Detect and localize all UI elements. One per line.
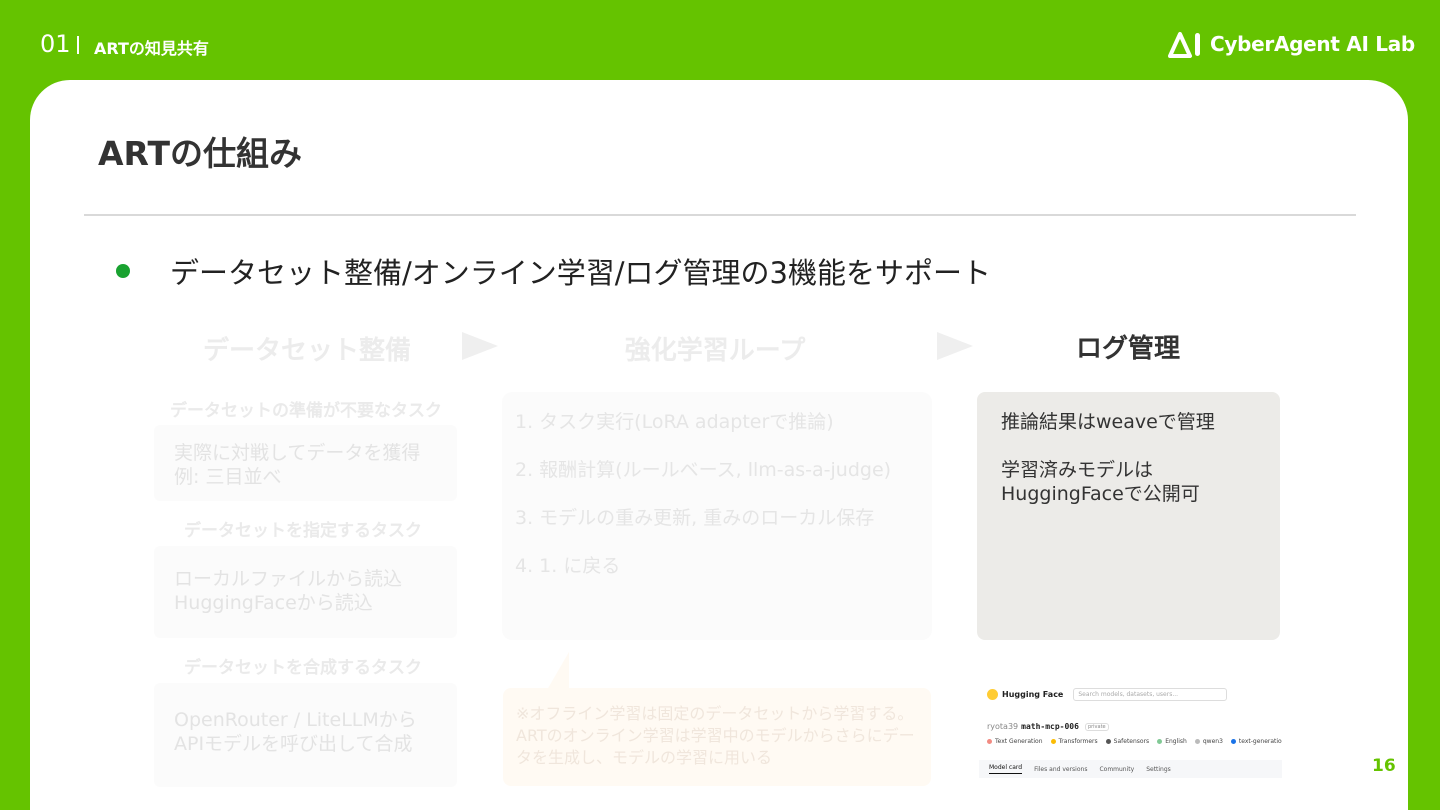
log-heading: ログ管理	[1075, 334, 1180, 364]
rl-loop-step: 3. モデルの重み更新, 重みのローカル保存	[515, 507, 875, 529]
hf-tag: qwen3	[1194, 738, 1223, 745]
note-text: ※オフライン学習は固定のデータセットから学習する。ARTのオンライン学習は学習中…	[516, 704, 915, 767]
hf-tab-settings: Settings	[1146, 765, 1171, 773]
huggingface-screenshot: Hugging Face Search models, datasets, us…	[979, 680, 1282, 778]
hf-header: Hugging Face Search models, datasets, us…	[979, 680, 1282, 708]
section-number: 01	[40, 30, 71, 58]
tag-icon	[1230, 739, 1236, 744]
hf-tag: Safetensors	[1105, 738, 1149, 745]
hf-search-input: Search models, datasets, users...	[1073, 687, 1228, 701]
brand-logo: CyberAgent AI Lab	[1168, 30, 1415, 58]
note-callout-tail	[547, 652, 569, 690]
dataset-group-label: データセットを指定するタスク	[184, 521, 422, 541]
dataset-heading: データセット整備	[202, 336, 411, 366]
dataset-group-label: データセットの準備が不要なタスク	[170, 401, 442, 421]
hf-private-badge: private	[1084, 722, 1109, 731]
hf-tag: Text Generation	[987, 738, 1043, 745]
rl-loop-step: 4. 1. に戻る	[515, 555, 621, 577]
tag-icon	[1105, 739, 1111, 744]
hf-tag: text-generation-inference	[1230, 738, 1282, 745]
dataset-group-label: データセットを合成するタスク	[184, 658, 422, 678]
log-line: HuggingFaceで公開可	[1001, 483, 1200, 505]
hf-tags: Text Generation Transformers Safetensors…	[987, 738, 1282, 745]
log-line: 学習済みモデルは	[1001, 459, 1154, 481]
log-line: 推論結果はweaveで管理	[1001, 411, 1215, 433]
dataset-line: 例: 三目並べ	[174, 466, 282, 488]
tag-icon	[987, 739, 992, 744]
flow-arrow-icon	[937, 332, 973, 360]
hf-tab-files: Files and versions	[1034, 765, 1088, 773]
rl-loop-step: 2. 報酬計算(ルールベース, llm-as-a-judge)	[515, 459, 892, 481]
section-divider	[77, 36, 79, 54]
tag-icon	[1157, 739, 1163, 744]
hf-tab-model-card: Model card	[989, 764, 1023, 774]
brand-name: CyberAgent AI Lab	[1210, 32, 1415, 56]
hugging-face-icon	[987, 688, 998, 700]
hf-tag: Transformers	[1050, 738, 1098, 745]
title-divider	[84, 214, 1356, 216]
section-title: ARTの知見共有	[94, 39, 209, 58]
hf-model-name: math-mcp-006	[1021, 722, 1079, 731]
dataset-line: APIモデルを呼び出して合成	[174, 733, 413, 755]
flow-arrow-icon	[462, 332, 498, 360]
slide-title: ARTの仕組み	[98, 134, 302, 173]
tag-icon	[1050, 739, 1056, 744]
page-number: 16	[1372, 756, 1396, 776]
hf-user: ryota39	[987, 722, 1019, 731]
bullet-dot	[116, 264, 130, 278]
top-bar: 01 ARTの知見共有 CyberAgent AI Lab	[0, 0, 1440, 80]
dataset-line: HuggingFaceから読込	[174, 592, 373, 614]
tag-icon	[1194, 739, 1200, 744]
cyberagent-logo-icon	[1168, 32, 1200, 58]
dataset-line: OpenRouter / LiteLLMから	[174, 709, 417, 731]
dataset-line: ローカルファイルから読込	[174, 568, 403, 590]
hf-brand: Hugging Face	[1002, 689, 1064, 699]
hf-tab-community: Community	[1099, 765, 1135, 773]
hf-tag: English	[1157, 738, 1187, 745]
hf-tabs: Model card Files and versions Community …	[979, 760, 1282, 778]
rl-loop-step: 1. タスク実行(LoRA adapterで推論)	[515, 411, 834, 433]
rl-loop-heading: 強化学習ループ	[624, 336, 806, 366]
bullet-text: データセット整備/オンライン学習/ログ管理の3機能をサポート	[170, 256, 991, 290]
hf-repo-title: ryota39 math-mcp-006 private	[987, 722, 1109, 731]
dataset-line: 実際に対戦してデータを獲得	[174, 442, 421, 464]
